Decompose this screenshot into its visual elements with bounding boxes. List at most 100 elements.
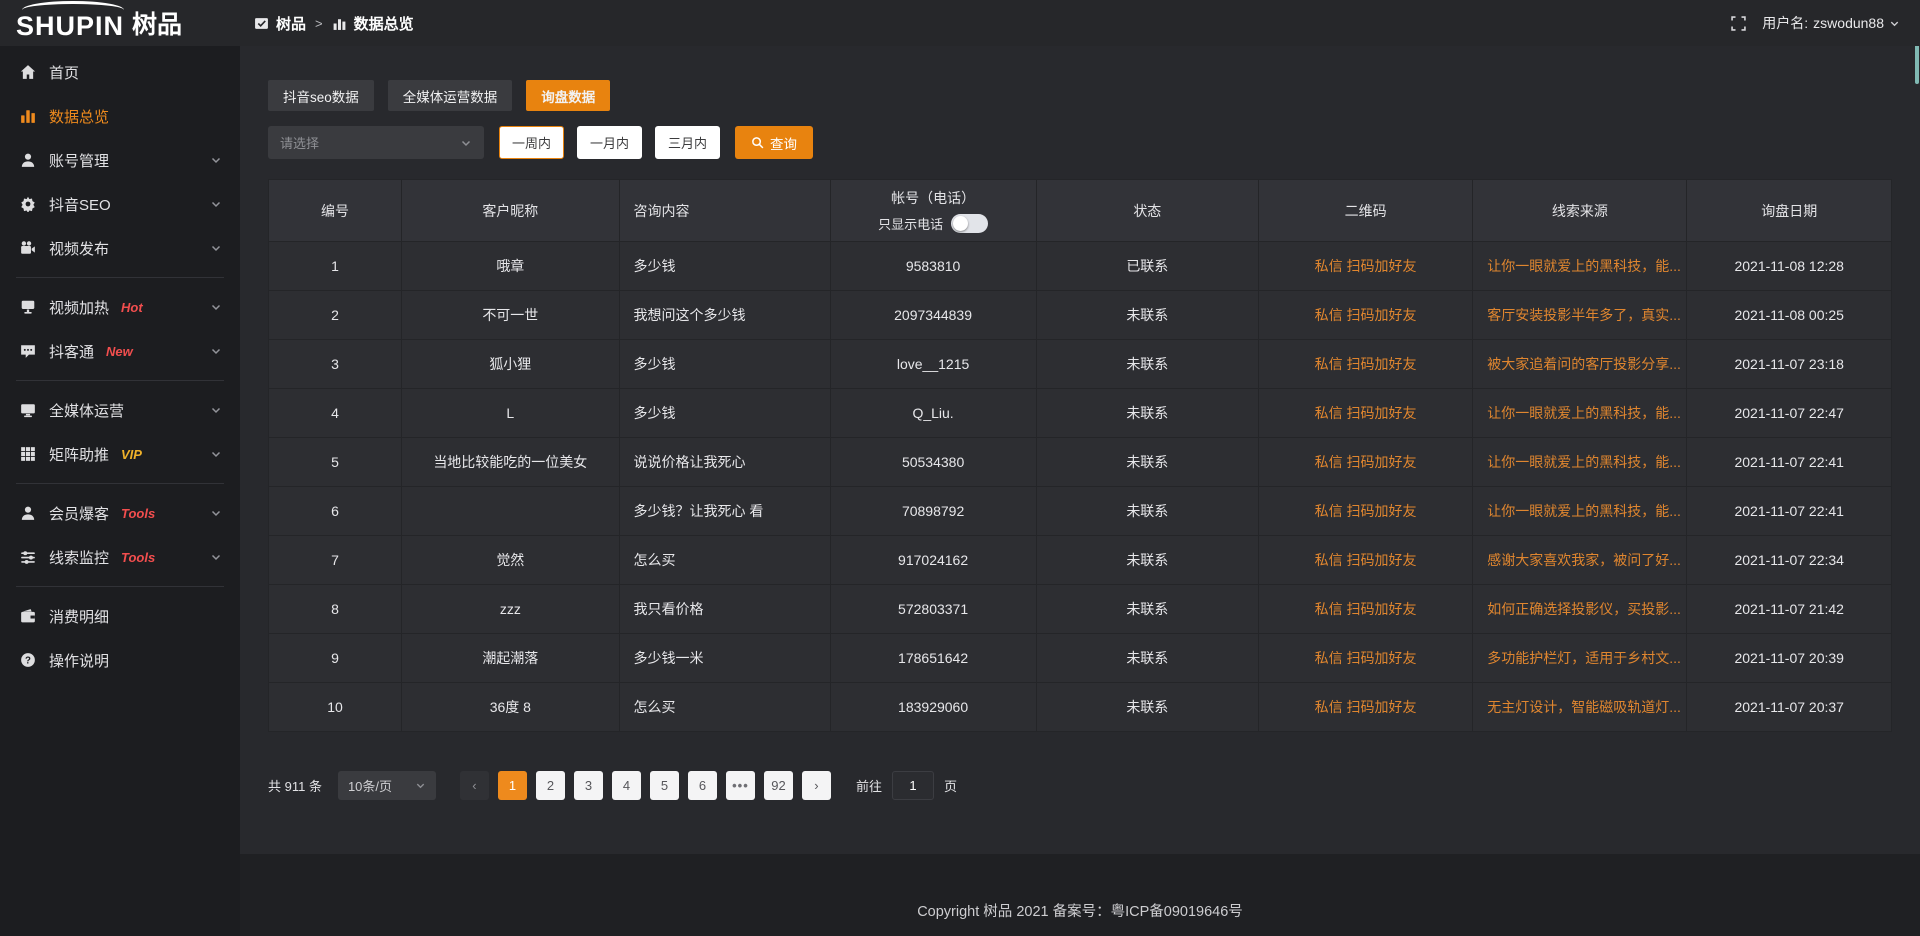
inquiry-table: 编号客户昵称咨询内容帐号（电话）只显示电话状态二维码线索来源询盘日期1哦章多少钱… xyxy=(268,179,1892,732)
cell-status: 未联系 xyxy=(1036,634,1258,683)
cell-date: 2021-11-07 22:47 xyxy=(1687,389,1892,438)
tab-inquiry-data[interactable]: 询盘数据 xyxy=(526,80,610,111)
page-button-4[interactable]: 4 xyxy=(612,771,641,800)
sidebar-item-label: 数据总览 xyxy=(49,106,109,127)
page-button-92[interactable]: 92 xyxy=(764,771,793,800)
tab-douyin-seo-data[interactable]: 抖音seo数据 xyxy=(268,80,374,111)
chevron-down-icon xyxy=(210,507,222,519)
cell-content: 我想问这个多少钱 xyxy=(619,291,830,340)
sidebar-item-data-overview[interactable]: 数据总览 xyxy=(0,94,240,138)
cell-no: 7 xyxy=(269,536,402,585)
sidebar-item-operation-guide[interactable]: ?操作说明 xyxy=(0,638,240,682)
cell-content: 多少钱 xyxy=(619,389,830,438)
cell-source[interactable]: 让你一眼就爱上的黑科技，能... xyxy=(1473,438,1687,487)
cell-source[interactable]: 无主灯设计，智能磁吸轨道灯... xyxy=(1473,683,1687,732)
cell-date: 2021-11-07 22:41 xyxy=(1687,487,1892,536)
cell-source[interactable]: 让你一眼就爱上的黑科技，能... xyxy=(1473,487,1687,536)
cell-qrcode[interactable]: 私信 扫码加好友 xyxy=(1258,389,1472,438)
cell-qrcode[interactable]: 私信 扫码加好友 xyxy=(1258,340,1472,389)
cell-content: 多少钱 xyxy=(619,340,830,389)
sidebar-item-matrix-boost[interactable]: 矩阵助推VIP xyxy=(0,432,240,476)
breadcrumb-separator: > xyxy=(315,16,323,31)
cell-content: 多少钱？让我死心 看 xyxy=(619,487,830,536)
sidebar-item-label: 视频加热 xyxy=(49,297,109,318)
column-header-2: 咨询内容 xyxy=(619,180,830,242)
cell-qrcode[interactable]: 私信 扫码加好友 xyxy=(1258,438,1472,487)
filter-select-placeholder: 请选择 xyxy=(280,133,319,152)
sidebar-item-label: 账号管理 xyxy=(49,150,109,171)
cell-nickname: 36度 8 xyxy=(402,683,619,732)
cell-no: 4 xyxy=(269,389,402,438)
filter-select[interactable]: 请选择 xyxy=(268,126,484,159)
goto-page: 前往 页 xyxy=(856,771,957,800)
sidebar-item-douyin-seo[interactable]: 抖音SEO xyxy=(0,182,240,226)
cell-qrcode[interactable]: 私信 扫码加好友 xyxy=(1258,242,1472,291)
page-button-3[interactable]: 3 xyxy=(574,771,603,800)
sidebar-item-home[interactable]: 首页 xyxy=(0,50,240,94)
cell-qrcode[interactable]: 私信 扫码加好友 xyxy=(1258,634,1472,683)
cell-source[interactable]: 让你一眼就爱上的黑科技，能... xyxy=(1473,389,1687,438)
sidebar-divider xyxy=(16,483,224,484)
sidebar-item-video-heat[interactable]: 视频加热Hot xyxy=(0,285,240,329)
next-page-button[interactable]: › xyxy=(802,771,831,800)
breadcrumb-current: 数据总览 xyxy=(354,13,414,34)
app-logo[interactable]: SHUPIN 树品 xyxy=(0,0,240,46)
cell-date: 2021-11-08 12:28 xyxy=(1687,242,1892,291)
cell-source[interactable]: 客厅安装投影半年多了，真实... xyxy=(1473,291,1687,340)
search-button-label: 查询 xyxy=(770,133,797,153)
range-button-1[interactable]: 一月内 xyxy=(577,126,642,159)
range-button-0[interactable]: 一周内 xyxy=(499,126,564,159)
prev-page-button[interactable]: ‹ xyxy=(460,771,489,800)
grid-icon xyxy=(20,446,36,462)
table-row: 4L多少钱Q_Liu.未联系私信 扫码加好友让你一眼就爱上的黑科技，能...20… xyxy=(269,389,1892,438)
sidebar-item-label: 全媒体运营 xyxy=(49,400,124,421)
phone-only-toggle[interactable] xyxy=(951,214,988,233)
cell-source[interactable]: 多功能护栏灯，适用于乡村文... xyxy=(1473,634,1687,683)
table-row: 3狐小狸多少钱love__1215未联系私信 扫码加好友被大家追着问的客厅投影分… xyxy=(269,340,1892,389)
tab-media-operation-data[interactable]: 全媒体运营数据 xyxy=(388,80,513,111)
column-header-3: 帐号（电话）只显示电话 xyxy=(830,180,1036,242)
chevron-down-icon xyxy=(210,301,222,313)
goto-page-input[interactable] xyxy=(892,771,934,800)
sidebar-item-douketong[interactable]: 抖客通New xyxy=(0,329,240,373)
cell-qrcode[interactable]: 私信 扫码加好友 xyxy=(1258,291,1472,340)
cell-no: 1 xyxy=(269,242,402,291)
breadcrumb-root[interactable]: 树品 xyxy=(276,13,306,34)
sidebar-item-video-publish[interactable]: 视频发布 xyxy=(0,226,240,270)
cell-source[interactable]: 被大家追着问的客厅投影分享... xyxy=(1473,340,1687,389)
range-button-2[interactable]: 三月内 xyxy=(655,126,720,159)
cell-status: 未联系 xyxy=(1036,389,1258,438)
sidebar-item-member-burst[interactable]: 会员爆客Tools xyxy=(0,491,240,535)
page-button-1[interactable]: 1 xyxy=(498,771,527,800)
cell-qrcode[interactable]: 私信 扫码加好友 xyxy=(1258,585,1472,634)
search-button[interactable]: 查询 xyxy=(735,126,813,159)
sidebar-item-clue-monitor[interactable]: 线索监控Tools xyxy=(0,535,240,579)
sidebar-item-account-manage[interactable]: 账号管理 xyxy=(0,138,240,182)
cell-source[interactable]: 让你一眼就爱上的黑科技，能... xyxy=(1473,242,1687,291)
column-header-7: 询盘日期 xyxy=(1687,180,1892,242)
sidebar-item-label: 抖客通 xyxy=(49,341,94,362)
cell-date: 2021-11-07 22:34 xyxy=(1687,536,1892,585)
cell-qrcode[interactable]: 私信 扫码加好友 xyxy=(1258,683,1472,732)
cell-source[interactable]: 感谢大家喜欢我家，被问了好... xyxy=(1473,536,1687,585)
sidebar-item-consume-detail[interactable]: 消费明细 xyxy=(0,594,240,638)
page-ellipsis[interactable]: ••• xyxy=(726,771,755,800)
sidebar-item-media-operation[interactable]: 全媒体运营 xyxy=(0,388,240,432)
page-button-6[interactable]: 6 xyxy=(688,771,717,800)
user-menu[interactable]: 用户名: zswodun88 xyxy=(1762,13,1900,33)
page-size-select[interactable]: 10条/页 xyxy=(338,771,436,800)
help-circle-icon: ? xyxy=(20,652,36,668)
page-button-2[interactable]: 2 xyxy=(536,771,565,800)
page-button-5[interactable]: 5 xyxy=(650,771,679,800)
cell-account: 917024162 xyxy=(830,536,1036,585)
cell-status: 未联系 xyxy=(1036,683,1258,732)
logo-text-cn: 树品 xyxy=(132,5,182,46)
fullscreen-icon[interactable] xyxy=(1731,16,1746,31)
cell-qrcode[interactable]: 私信 扫码加好友 xyxy=(1258,536,1472,585)
cell-qrcode[interactable]: 私信 扫码加好友 xyxy=(1258,487,1472,536)
table-row: 8zzz我只看价格572803371未联系私信 扫码加好友如何正确选择投影仪，买… xyxy=(269,585,1892,634)
sidebar: 首页数据总览账号管理抖音SEO视频发布视频加热Hot抖客通New 全媒体运营矩阵助… xyxy=(0,46,240,936)
cell-source[interactable]: 如何正确选择投影仪，买投影... xyxy=(1473,585,1687,634)
cell-status: 未联系 xyxy=(1036,585,1258,634)
cell-no: 10 xyxy=(269,683,402,732)
